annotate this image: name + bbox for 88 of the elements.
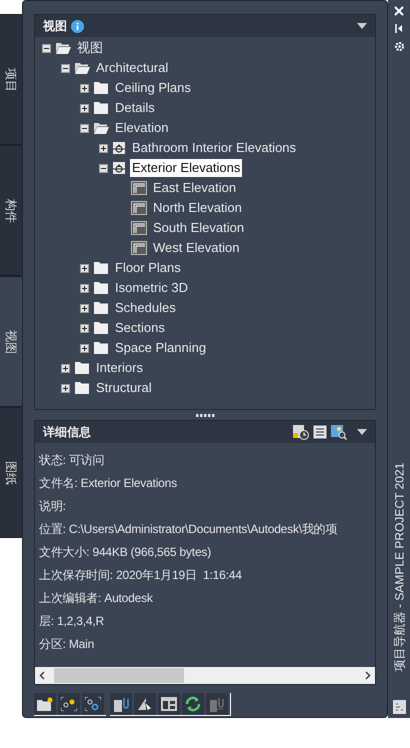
panel-title: 视图 xyxy=(43,18,67,35)
tree-item[interactable]: North Elevation xyxy=(151,199,244,217)
tree-item[interactable]: Structural xyxy=(94,379,154,397)
horizontal-scrollbar[interactable] xyxy=(35,667,375,684)
tree-item[interactable]: Ceiling Plans xyxy=(113,79,193,97)
scroll-right-icon[interactable] xyxy=(365,671,371,680)
folder-icon xyxy=(74,361,90,375)
folder-icon xyxy=(93,321,109,335)
detail-line: 文件大小: 944KB (966,565 bytes) xyxy=(39,544,212,561)
tree-item[interactable]: Floor Plans xyxy=(113,259,183,277)
tree-item[interactable]: Isometric 3D xyxy=(113,279,190,297)
detail-line: 上次保存时间: 2020年1月19日 1:16:44 xyxy=(39,567,243,584)
elevation-marker-icon xyxy=(112,161,126,175)
side-tab[interactable]: 图纸 xyxy=(0,407,22,538)
close-icon[interactable] xyxy=(394,6,404,16)
side-tab[interactable]: 视图 xyxy=(0,276,22,407)
open-folder-icon xyxy=(55,41,71,55)
settings-icon[interactable] xyxy=(394,41,404,52)
palette-properties-icon[interactable] xyxy=(392,700,406,714)
folder-icon xyxy=(74,381,90,395)
new-view-icon[interactable] xyxy=(58,693,80,715)
elevation-view-icon xyxy=(131,181,147,195)
tree-item[interactable]: East Elevation xyxy=(151,179,238,197)
detail-line: 位置: C:\Users\Administrator\Documents\Autodesk\我的项 xyxy=(39,521,338,538)
tree-item[interactable]: Interiors xyxy=(94,359,145,377)
panel-title: 详细信息 xyxy=(43,424,91,441)
image-search-icon[interactable] xyxy=(331,424,347,440)
tree-item[interactable]: Schedules xyxy=(113,299,178,317)
tree-item[interactable]: 视图 xyxy=(75,39,105,57)
folder-icon xyxy=(93,301,109,315)
palette-title: 项目导航器 - SAMPLE PROJECT 2021 xyxy=(391,462,407,672)
collapse-icon[interactable] xyxy=(42,44,51,52)
dropdown-arrow-icon[interactable] xyxy=(357,23,367,29)
scroll-left-icon[interactable] xyxy=(39,671,45,680)
detail-line: 层: 1,2,3,4,R xyxy=(39,613,105,630)
expand-icon[interactable] xyxy=(61,364,70,372)
document-icon[interactable] xyxy=(313,425,327,439)
dropdown-arrow-icon[interactable] xyxy=(357,429,367,435)
pointer-drawing-icon[interactable] xyxy=(134,693,156,715)
expand-icon[interactable] xyxy=(80,84,89,92)
detail-line: 上次编辑者: Autodesk xyxy=(39,590,154,607)
collapse-icon[interactable] xyxy=(99,164,108,172)
tree-item[interactable]: West Elevation xyxy=(151,239,242,257)
side-tab[interactable]: 构件 xyxy=(0,145,22,276)
tree-item[interactable]: Exterior Elevations xyxy=(130,159,242,177)
expand-icon[interactable] xyxy=(80,104,89,112)
detail-line: 分区: Main xyxy=(39,636,96,653)
info-icon[interactable] xyxy=(71,20,84,32)
expand-icon[interactable] xyxy=(80,344,89,352)
elevation-view-icon xyxy=(131,221,147,235)
scrollbar-thumb[interactable] xyxy=(54,668,184,683)
folder-icon xyxy=(93,281,109,295)
new-folder-icon[interactable] xyxy=(34,693,56,715)
folder-icon xyxy=(93,81,109,95)
folder-icon xyxy=(93,101,109,115)
folder-icon xyxy=(93,261,109,275)
tree-item[interactable]: Architectural xyxy=(94,59,170,77)
expand-icon[interactable] xyxy=(80,284,89,292)
collapse-icon[interactable] xyxy=(80,124,89,132)
tree-item[interactable]: South Elevation xyxy=(151,219,246,237)
expand-icon[interactable] xyxy=(80,264,89,272)
folder-icon xyxy=(93,341,109,355)
collapse-icon[interactable] xyxy=(61,64,70,72)
open-folder-icon xyxy=(74,61,90,75)
side-tab[interactable]: 项目 xyxy=(0,14,22,145)
tree-item[interactable]: Details xyxy=(113,99,157,117)
expand-icon[interactable] xyxy=(61,384,70,392)
clock-image-icon[interactable] xyxy=(293,424,309,440)
tree-item[interactable]: Elevation xyxy=(113,119,170,137)
detail-line: 文件名: Exterior Elevations xyxy=(39,475,178,492)
refresh-icon[interactable] xyxy=(182,693,204,715)
detail-line: 状态: 可访问 xyxy=(39,452,106,469)
elevation-view-icon xyxy=(131,201,147,215)
tree-item[interactable]: Sections xyxy=(113,319,167,337)
detail-line: 说明: xyxy=(39,498,67,515)
open-folder-icon xyxy=(93,121,109,135)
expand-icon[interactable] xyxy=(99,144,108,152)
layout-icon[interactable] xyxy=(158,693,180,715)
auto-hide-icon[interactable] xyxy=(395,24,403,33)
tree-item[interactable]: Bathroom Interior Elevations xyxy=(130,139,298,157)
expand-icon[interactable] xyxy=(80,304,89,312)
splitter-grip-icon[interactable] xyxy=(196,414,214,416)
view-settings-icon[interactable] xyxy=(82,693,104,715)
attach-building-icon[interactable] xyxy=(110,693,132,715)
tree-item[interactable]: Space Planning xyxy=(113,339,208,357)
elevation-marker-icon xyxy=(112,141,126,155)
elevation-view-icon xyxy=(131,241,147,255)
expand-icon[interactable] xyxy=(80,324,89,332)
